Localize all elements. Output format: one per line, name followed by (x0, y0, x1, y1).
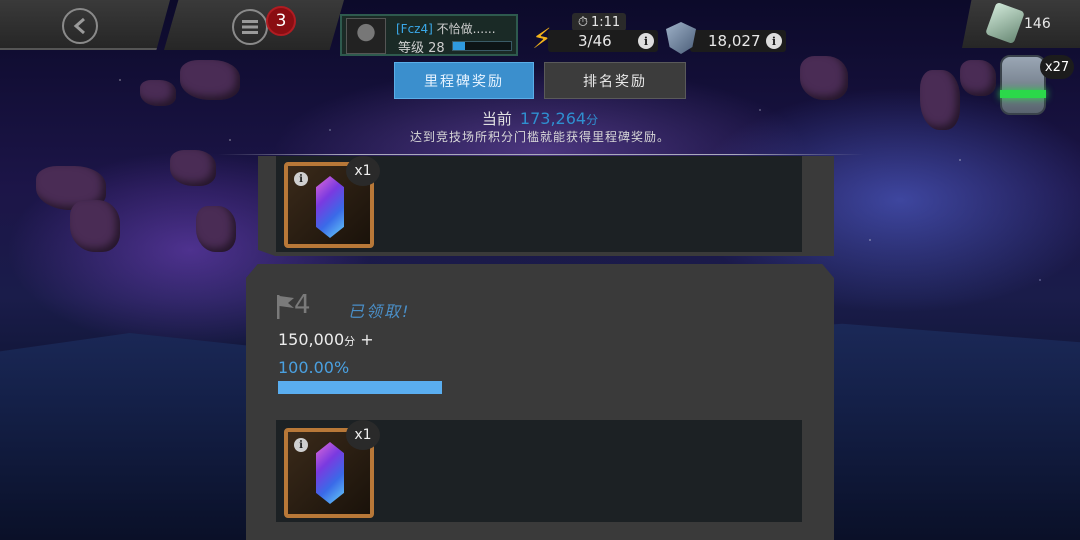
stopwatch-icon: ⏱ (577, 14, 588, 30)
item-quantity: x1 (346, 156, 380, 186)
tab-rank-rewards[interactable]: 排名奖励 (544, 62, 686, 99)
current-score: 当前 173,264分 (0, 108, 1080, 129)
crystal-stack-icon[interactable] (1000, 55, 1046, 115)
current-score-label: 当前 (481, 110, 512, 128)
milestone-card: 4 已领取! 150,000分 + 100.00% i x1 (246, 264, 834, 540)
tab-milestone-rewards[interactable]: 里程碑奖励 (394, 62, 534, 99)
energy-info-icon[interactable]: i (638, 33, 654, 49)
energy-timer-value: 1:11 (590, 14, 621, 30)
item-info-icon[interactable]: i (294, 172, 308, 186)
player-name-tag: [Fcz4] (396, 22, 433, 36)
current-score-value: 173,264 (519, 109, 587, 128)
asteroid (196, 206, 236, 252)
asteroid (800, 56, 848, 100)
top-bar: 3 [Fcz4] 不恰做...... 等级 28 ⏱ 1:11 ⚡ 3/46 i … (0, 0, 1080, 56)
milestone-threshold: 150,000分 + (278, 330, 374, 349)
divider (218, 154, 864, 155)
player-level: 等级 28 (398, 41, 445, 56)
threshold-value: 150,000 (278, 330, 345, 349)
gold-value: 18,027 (708, 32, 761, 50)
menu-button[interactable] (232, 9, 268, 45)
level-progress-fill (453, 42, 465, 50)
chevron-left-icon (73, 17, 85, 35)
flag-icon (277, 295, 294, 319)
asteroid (170, 150, 216, 186)
milestone-card-previous: i x1 (258, 156, 834, 256)
level-progress-bar (452, 41, 512, 51)
units-value: 146 (1024, 16, 1051, 32)
progress-bar (278, 381, 442, 394)
notification-badge: 3 (266, 6, 296, 36)
milestone-number: 4 (294, 290, 311, 320)
threshold-suffix: + (360, 330, 374, 349)
asteroid (180, 60, 240, 100)
crystal-icon (316, 176, 344, 238)
asteroid (70, 200, 120, 252)
item-info-icon[interactable]: i (294, 438, 308, 452)
player-name: [Fcz4] 不恰做...... (396, 20, 496, 37)
milestone-hint: 达到竞技场所积分门槛就能获得里程碑奖励。 (409, 130, 670, 144)
asteroid (140, 80, 176, 106)
current-score-unit: 分 (586, 113, 599, 127)
crystal-stack-count: x27 (1040, 55, 1074, 79)
crystal-icon (316, 442, 344, 504)
progress-fill (278, 381, 442, 394)
energy-timer: ⏱ 1:11 (572, 13, 626, 31)
asteroid (960, 60, 996, 96)
units-panel[interactable] (962, 0, 1080, 48)
back-button[interactable] (62, 8, 98, 44)
threshold-unit: 分 (344, 335, 356, 348)
avatar (346, 18, 386, 54)
energy-value: 3/46 (578, 32, 612, 50)
reward-panel: i x1 (276, 420, 802, 522)
claimed-status: 已领取! (348, 302, 411, 321)
reward-panel: i x1 (276, 156, 802, 252)
gold-info-icon[interactable]: i (766, 33, 782, 49)
milestone-list[interactable]: i x1 4 已领取! 150,000分 + 100.00% i x1 (246, 156, 834, 540)
hamburger-menu-icon (242, 20, 258, 34)
lightning-icon: ⚡ (532, 22, 552, 55)
progress-percent: 100.00% (278, 358, 350, 377)
crystal-stack-glow (1000, 90, 1046, 98)
item-quantity: x1 (346, 420, 380, 450)
player-name-suffix: 不恰做...... (436, 22, 496, 36)
player-profile[interactable]: [Fcz4] 不恰做...... 等级 28 (340, 14, 518, 56)
